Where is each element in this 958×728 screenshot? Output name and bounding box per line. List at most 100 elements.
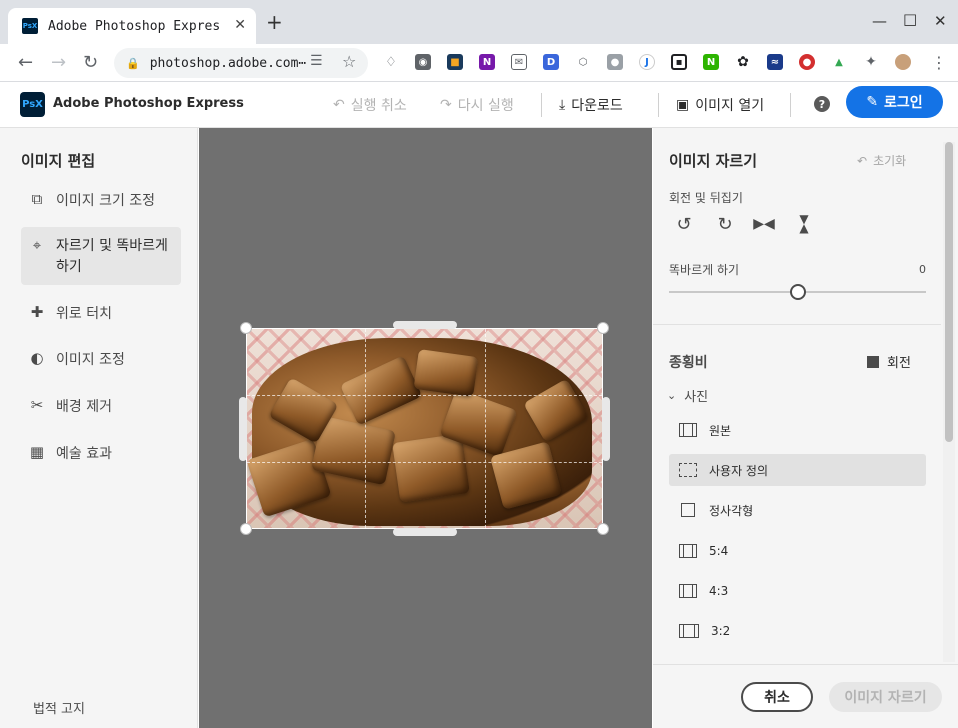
- panel-scrollbar[interactable]: [943, 142, 955, 662]
- toolbar-divider: [541, 93, 542, 117]
- sidebar-item-retouch[interactable]: ✚ 위로 터치: [21, 303, 181, 323]
- browser-tab[interactable]: PsX Adobe Photoshop Express ✕: [8, 8, 256, 44]
- image-canvas[interactable]: [199, 128, 652, 728]
- sidebar-item-remove-bg[interactable]: ✂ 배경 제거: [21, 396, 181, 416]
- panel-divider: [653, 324, 941, 325]
- bell-extension-icon[interactable]: ♢: [383, 54, 399, 70]
- aspect-option-3-2[interactable]: 3:2: [669, 615, 926, 647]
- redo-button[interactable]: ↷ 다시 실행: [440, 95, 514, 115]
- new-tab-button[interactable]: +: [266, 12, 283, 32]
- rotate-right-icon[interactable]: ↻: [715, 214, 735, 235]
- profile-avatar[interactable]: [895, 54, 911, 70]
- aspect-option-4-3[interactable]: 4:3: [669, 575, 926, 607]
- tab-title: Adobe Photoshop Express: [48, 18, 220, 34]
- reset-icon: ↶: [857, 153, 868, 168]
- photo-group-toggle[interactable]: ⌄ 사진: [667, 386, 708, 405]
- rotate-aspect-button[interactable]: 회전: [867, 352, 911, 371]
- psx-logo[interactable]: PsX: [20, 92, 45, 117]
- reset-button[interactable]: ↶ 초기화: [857, 152, 906, 169]
- crop-handle-bottom[interactable]: [393, 528, 457, 536]
- onenote-extension-icon[interactable]: N: [479, 54, 495, 70]
- crop-handle-top[interactable]: [393, 321, 457, 329]
- login-button[interactable]: ✎ 로그인: [846, 86, 943, 118]
- crop-handle-top-right[interactable]: [597, 322, 609, 334]
- flip-horizontal-icon[interactable]: ▶◀: [753, 214, 775, 234]
- forward-icon[interactable]: →: [51, 52, 66, 73]
- download-label: 다운로드: [571, 98, 623, 114]
- aspect-option-custom[interactable]: 사용자 정의: [669, 454, 926, 486]
- sidebar-item-crop[interactable]: ⌖ 자르기 및 똑바르게 하기: [21, 227, 181, 285]
- crop-image-button[interactable]: 이미지 자르기: [829, 682, 942, 712]
- aspect-option-square[interactable]: 정사각형: [669, 494, 926, 526]
- sidebar-item-label: 위로 터치: [56, 306, 112, 322]
- crop-handle-left[interactable]: [239, 397, 247, 461]
- aspect-option-label: 3:2: [711, 624, 731, 638]
- open-image-button[interactable]: ▣ 이미지 열기: [676, 95, 764, 115]
- d-extension-icon[interactable]: D: [543, 54, 559, 70]
- flip-vertical-icon[interactable]: ▼ ▲: [794, 213, 814, 234]
- naver-extension-icon[interactable]: N: [703, 54, 719, 70]
- sidebar-item-label: 이미지 크기 조정: [56, 193, 156, 209]
- scrollbar-thumb[interactable]: [945, 142, 953, 442]
- legal-notice-link[interactable]: 법적 고지: [33, 698, 85, 717]
- minimize-icon[interactable]: —: [872, 12, 887, 30]
- chart-extension-icon[interactable]: ■: [447, 54, 463, 70]
- sidebar-item-label: 자르기 및 똑바르게 하기: [56, 238, 168, 275]
- address-bar[interactable]: 🔒 photoshop.adobe.com⋯: [114, 48, 368, 78]
- aspect-option-label: 원본: [709, 423, 732, 438]
- sidebar-item-resize[interactable]: ⧉ 이미지 크기 조정: [21, 190, 181, 210]
- cancel-button[interactable]: 취소: [741, 682, 813, 712]
- extensions-puzzle-icon[interactable]: ✦: [863, 54, 879, 70]
- browser-menu-icon[interactable]: ⋮: [931, 53, 947, 72]
- edit-icon: ✎: [866, 94, 879, 110]
- adjust-icon: ◐: [30, 349, 44, 367]
- image-icon: ▣: [676, 97, 690, 113]
- clipboard-extension-icon[interactable]: ✉: [511, 54, 527, 70]
- tab-close-icon[interactable]: ✕: [234, 17, 246, 33]
- straighten-slider-thumb[interactable]: [790, 284, 806, 300]
- drive-extension-icon[interactable]: ▲: [831, 54, 847, 70]
- url-text: photoshop.adobe.com⋯: [149, 55, 307, 71]
- aspect-option-original[interactable]: 원본: [669, 414, 926, 446]
- rotate-left-icon[interactable]: ↺: [674, 214, 694, 235]
- undo-label: 실행 취소: [350, 98, 407, 114]
- crop-grid-line: [485, 329, 486, 528]
- crop-handle-right[interactable]: [602, 397, 610, 461]
- lock-icon: 🔒: [126, 56, 140, 70]
- aspect-option-5-4[interactable]: 5:4: [669, 535, 926, 567]
- window-close-icon[interactable]: ✕: [934, 12, 947, 30]
- bandage-icon: ✚: [30, 303, 44, 321]
- puzzle-badge-extension-icon[interactable]: ●: [607, 54, 623, 70]
- bookmark-star-icon[interactable]: ☆: [342, 52, 356, 71]
- red-extension-icon[interactable]: ●: [799, 54, 815, 70]
- toolbar-divider: [790, 93, 791, 117]
- maximize-icon[interactable]: □: [903, 10, 917, 28]
- camera-extension-icon[interactable]: ◉: [415, 54, 431, 70]
- aspect-option-label: 5:4: [709, 544, 729, 558]
- sidebar-item-adjust[interactable]: ◐ 이미지 조정: [21, 349, 181, 369]
- wave-extension-icon[interactable]: ≈: [767, 54, 783, 70]
- crop-handle-bottom-left[interactable]: [240, 523, 252, 535]
- crop-frame[interactable]: [246, 328, 603, 529]
- rotate-flip-label: 회전 및 뒤집기: [669, 191, 743, 205]
- sidebar-item-label: 이미지 조정: [56, 352, 125, 368]
- crop-handle-bottom-right[interactable]: [597, 523, 609, 535]
- pip-extension-icon[interactable]: ▪: [671, 54, 687, 70]
- sidebar-item-art-effect[interactable]: ▦ 예술 효과: [21, 443, 181, 463]
- aspect-3-2-icon: [679, 624, 699, 638]
- undo-icon: ↶: [333, 97, 345, 113]
- reload-icon[interactable]: ↻: [83, 52, 98, 73]
- resize-icon: ⧉: [31, 190, 43, 208]
- crop-handle-top-left[interactable]: [240, 322, 252, 334]
- aspect-4-3-icon: [679, 584, 697, 598]
- hex-extension-icon[interactable]: ⬡: [575, 54, 591, 70]
- redo-label: 다시 실행: [457, 98, 514, 114]
- crop-grid-line: [365, 329, 366, 528]
- back-icon[interactable]: ←: [18, 52, 33, 73]
- j-extension-icon[interactable]: J: [639, 54, 655, 70]
- undo-button[interactable]: ↶ 실행 취소: [333, 95, 407, 115]
- download-button[interactable]: ⤓ 다운로드: [559, 95, 623, 115]
- help-icon[interactable]: ?: [814, 96, 830, 112]
- translate-icon[interactable]: ☰: [310, 53, 323, 69]
- paw-extension-icon[interactable]: ✿: [735, 54, 751, 70]
